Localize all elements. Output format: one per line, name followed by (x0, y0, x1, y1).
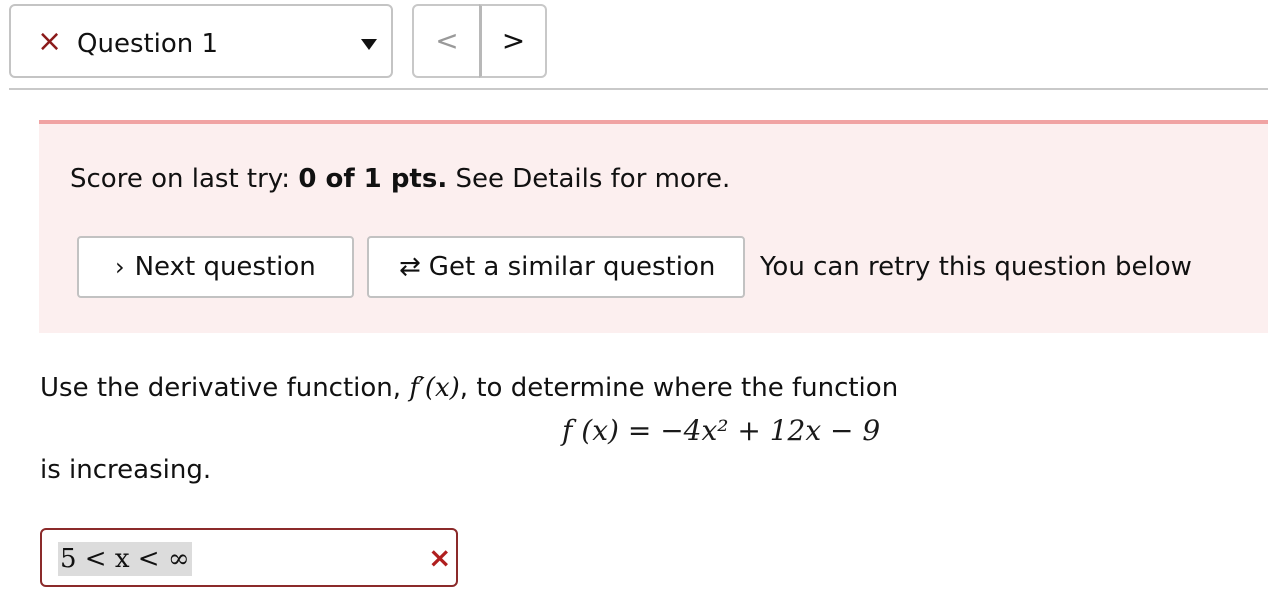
score-prefix: Score on last try: (70, 164, 291, 194)
question-selector-label: Question 1 (77, 29, 219, 59)
derivative-notation: f′(x) (409, 373, 460, 403)
previous-question-button[interactable]: < (412, 4, 482, 78)
question-text-after: , to determine where the function (459, 373, 899, 403)
retry-note: You can retry this question below (760, 252, 1192, 282)
answer-field[interactable]: 5 < x < ∞ × (40, 528, 458, 587)
similar-question-button[interactable]: ⇄ Get a similar question (367, 236, 745, 298)
function-rhs: −4x² + 12x − 9 (660, 414, 881, 447)
header-divider (9, 88, 1268, 90)
next-question-arrow-button[interactable]: > (479, 4, 547, 78)
equals-sign: = (627, 414, 652, 447)
answer-value: 5 < x < ∞ (58, 542, 192, 576)
incorrect-x-icon: × (37, 24, 63, 59)
question-selector[interactable]: × Question 1 (9, 4, 393, 78)
function-equation: f (x) = −4x² + 12x − 9 (562, 412, 880, 450)
question-text-before: Use the derivative function, (40, 373, 402, 403)
incorrect-answer-icon: × (428, 541, 452, 574)
next-question-button[interactable]: › Next question (77, 236, 354, 298)
refresh-arrows-icon: ⇄ (399, 252, 421, 282)
chevron-right-icon: › (115, 253, 125, 281)
similar-question-label: Get a similar question (428, 252, 716, 282)
question-text: Use the derivative function, f′(x), to d… (40, 370, 898, 406)
feedback-panel: Score on last try: 0 of 1 pts. See Detai… (39, 120, 1268, 333)
score-value: 0 of 1 pts. (298, 164, 448, 194)
next-question-label: Next question (134, 252, 316, 282)
question-text-end: is increasing. (40, 455, 212, 485)
score-message: Score on last try: 0 of 1 pts. See Detai… (70, 162, 730, 196)
dropdown-triangle-icon (361, 39, 377, 50)
score-suffix: See Details for more. (455, 164, 731, 194)
function-lhs: f (x) (562, 414, 619, 447)
